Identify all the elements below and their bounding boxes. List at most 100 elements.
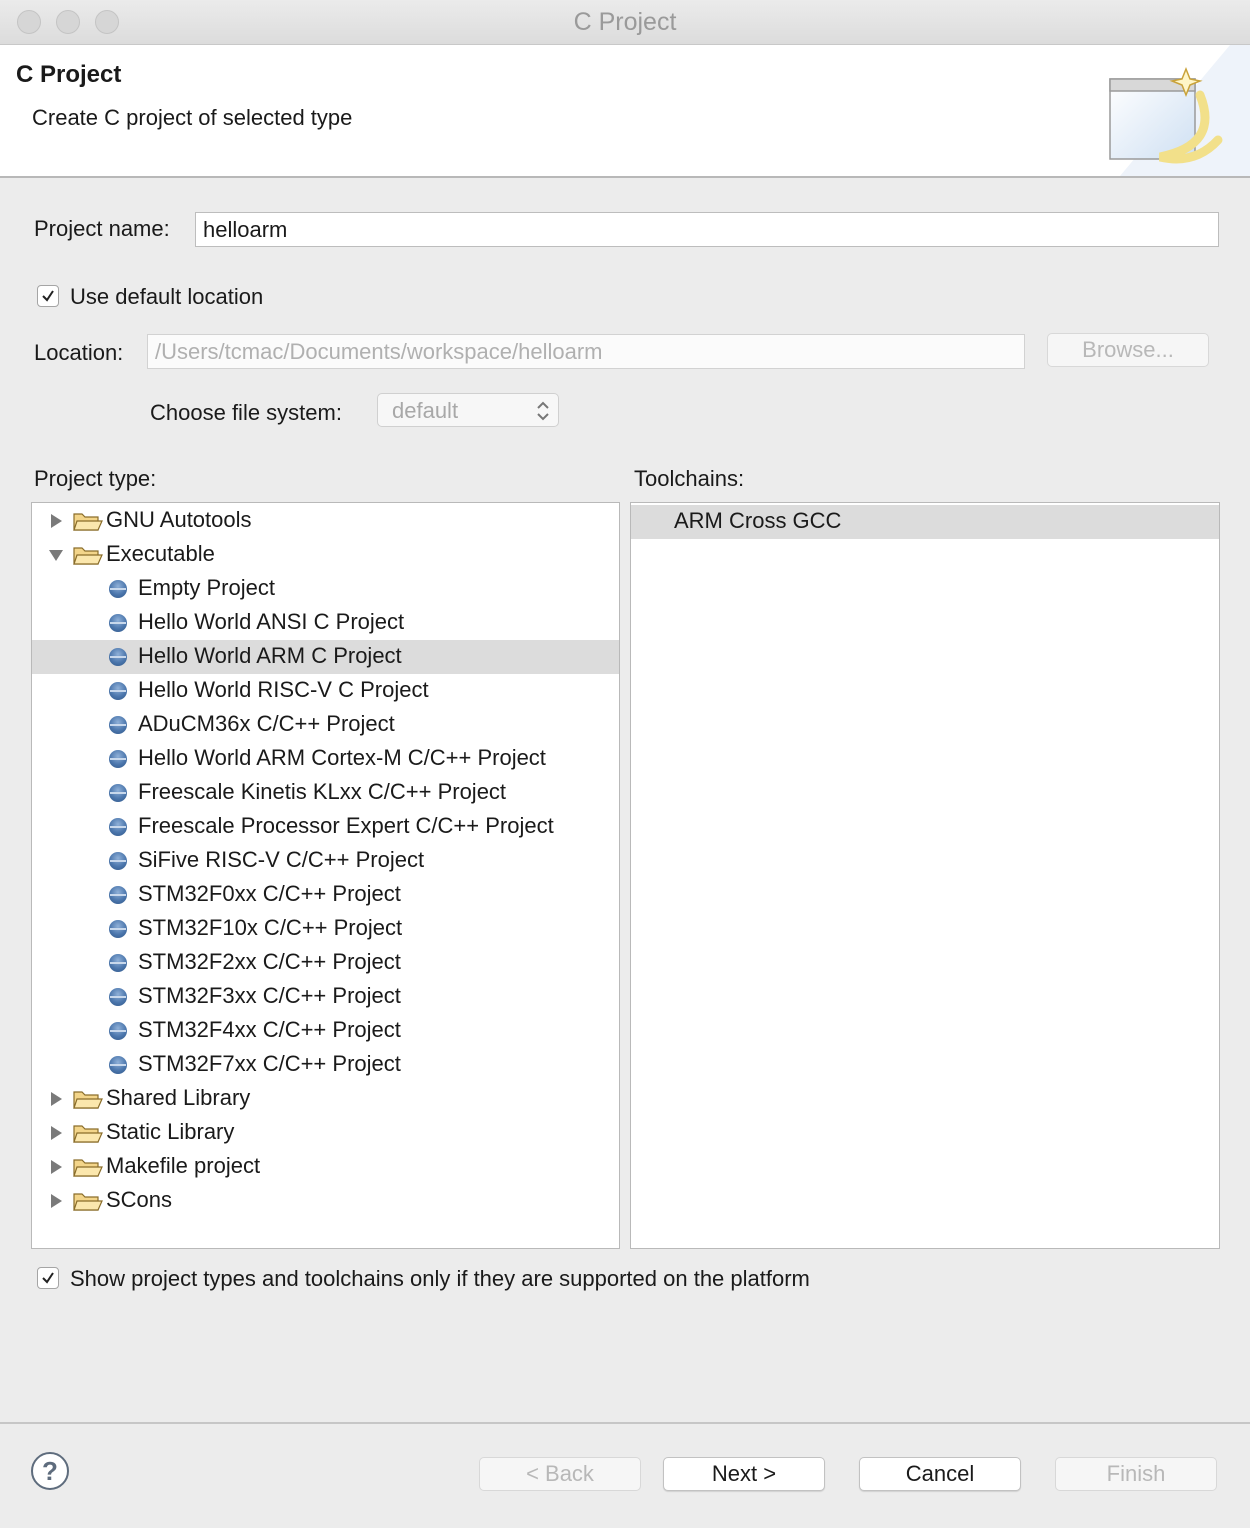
tree-item-label: Hello World ARM C Project: [138, 643, 402, 668]
tree-item-stm32f3xx-c-c-project[interactable]: STM32F3xx C/C++ Project: [32, 980, 619, 1014]
page-title: C Project: [16, 61, 122, 88]
tree-item-label: Freescale Kinetis KLxx C/C++ Project: [138, 779, 507, 804]
tree-item-label: ADuCM36x C/C++ Project: [138, 711, 395, 736]
tree-item-label: Shared Library: [106, 1085, 251, 1110]
finish-button[interactable]: Finish: [1055, 1457, 1217, 1491]
tree-item-label: Static Library: [106, 1119, 235, 1144]
tree-item-freescale-processor-expert-c-c-project[interactable]: Freescale Processor Expert C/C++ Project: [32, 810, 619, 844]
tree-folder-scons[interactable]: SCons: [32, 1184, 619, 1218]
tree-item-label: Hello World ANSI C Project: [138, 609, 405, 634]
tree-folder-gnu-autotools[interactable]: GNU Autotools: [32, 504, 619, 538]
tree-folder-static-library[interactable]: Static Library: [32, 1116, 619, 1150]
tree-item-hello-world-arm-c-project[interactable]: Hello World ARM C Project: [32, 640, 619, 674]
project-type-tree[interactable]: GNU Autotools Executable Empty Project Hell…: [31, 502, 620, 1249]
tree-item-aducm36x-c-c-project[interactable]: ADuCM36x C/C++ Project: [32, 708, 619, 742]
folder-open-icon: [73, 1193, 103, 1211]
tree-item-sifive-risc-v-c-c-project[interactable]: SiFive RISC-V C/C++ Project: [32, 844, 619, 878]
tree-item-hello-world-ansi-c-project[interactable]: Hello World ANSI C Project: [32, 606, 619, 640]
project-template-icon: [109, 818, 127, 836]
project-template-icon: [109, 784, 127, 802]
tree-item-hello-world-arm-cortex-m-c-c-project[interactable]: Hello World ARM Cortex-M C/C++ Project: [32, 742, 619, 776]
tree-item-label: Freescale Processor Expert C/C++ Project: [138, 813, 554, 838]
project-template-icon: [109, 648, 127, 666]
page-description: Create C project of selected type: [32, 105, 353, 130]
show-supported-checkbox[interactable]: [37, 1267, 59, 1289]
tree-item-stm32f0xx-c-c-project[interactable]: STM32F0xx C/C++ Project: [32, 878, 619, 912]
wizard-banner-icon: [1109, 45, 1250, 176]
show-supported-label: Show project types and toolchains only i…: [70, 1266, 810, 1291]
wizard-header: C Project Create C project of selected t…: [0, 45, 1250, 178]
tree-item-label: Makefile project: [106, 1153, 261, 1178]
file-system-label: Choose file system:: [150, 400, 342, 425]
expanded-twisty-icon[interactable]: [48, 547, 64, 563]
project-name-input[interactable]: [195, 212, 1219, 247]
window-title: C Project: [573, 8, 677, 36]
folder-open-icon: [73, 547, 103, 565]
project-template-icon: [109, 1056, 127, 1074]
project-template-icon: [109, 682, 127, 700]
project-template-icon: [109, 988, 127, 1006]
tree-item-label: GNU Autotools: [106, 507, 252, 532]
project-template-icon: [109, 716, 127, 734]
tree-item-label: Empty Project: [138, 575, 275, 600]
tree-item-label: STM32F7xx C/C++ Project: [138, 1051, 401, 1076]
tree-item-label: STM32F2xx C/C++ Project: [138, 949, 401, 974]
file-system-value: default: [392, 398, 459, 423]
cancel-button[interactable]: Cancel: [859, 1457, 1021, 1491]
folder-open-icon: [73, 1159, 103, 1177]
tree-item-label: Executable: [106, 541, 215, 566]
folder-open-icon: [73, 1125, 103, 1143]
collapsed-twisty-icon[interactable]: [48, 1091, 64, 1107]
collapsed-twisty-icon[interactable]: [48, 513, 64, 529]
checkmark-icon: [42, 290, 54, 302]
collapsed-twisty-icon[interactable]: [48, 1193, 64, 1209]
tree-item-label: Hello World RISC-V C Project: [138, 677, 429, 702]
next-button[interactable]: Next >: [663, 1457, 825, 1491]
tree-item-freescale-kinetis-klxx-c-c-project[interactable]: Freescale Kinetis KLxx C/C++ Project: [32, 776, 619, 810]
toolchains-label: Toolchains:: [634, 466, 745, 491]
tree-item-label: STM32F3xx C/C++ Project: [138, 983, 401, 1008]
tree-item-label: STM32F0xx C/C++ Project: [138, 881, 401, 906]
tree-folder-shared-library[interactable]: Shared Library: [32, 1082, 619, 1116]
tree-item-label: STM32F10x C/C++ Project: [138, 915, 403, 940]
tree-item-hello-world-risc-v-c-project[interactable]: Hello World RISC-V C Project: [32, 674, 619, 708]
project-template-icon: [109, 920, 127, 938]
title-bar: C Project: [0, 0, 1250, 45]
use-default-location-checkbox[interactable]: [37, 285, 59, 307]
project-template-icon: [109, 1022, 127, 1040]
tree-item-label: Hello World ARM Cortex-M C/C++ Project: [138, 745, 546, 770]
project-template-icon: [109, 954, 127, 972]
tree-item-stm32f4xx-c-c-project[interactable]: STM32F4xx C/C++ Project: [32, 1014, 619, 1048]
project-template-icon: [109, 750, 127, 768]
use-default-location-label: Use default location: [70, 284, 264, 309]
help-icon[interactable]: ?: [31, 1452, 69, 1490]
project-template-icon: [109, 852, 127, 870]
tree-item-empty-project[interactable]: Empty Project: [32, 572, 619, 606]
tree-folder-makefile-project[interactable]: Makefile project: [32, 1150, 619, 1184]
browse-button[interactable]: Browse...: [1047, 333, 1209, 367]
location-input[interactable]: [147, 334, 1025, 369]
collapsed-twisty-icon[interactable]: [48, 1159, 64, 1175]
tree-folder-executable[interactable]: Executable: [32, 538, 619, 572]
collapsed-twisty-icon[interactable]: [48, 1125, 64, 1141]
folder-open-icon: [73, 1091, 103, 1109]
tree-item-label: SCons: [106, 1187, 173, 1212]
project-name-label: Project name:: [34, 216, 170, 241]
checkmark-icon: [42, 1272, 54, 1284]
back-button[interactable]: < Back: [479, 1457, 641, 1491]
tree-item-stm32f2xx-c-c-project[interactable]: STM32F2xx C/C++ Project: [32, 946, 619, 980]
chevron-updown-icon: [537, 401, 549, 421]
tree-item-label: STM32F4xx C/C++ Project: [138, 1017, 401, 1042]
tree-item-stm32f7xx-c-c-project[interactable]: STM32F7xx C/C++ Project: [32, 1048, 619, 1082]
project-template-icon: [109, 580, 127, 598]
tree-item-stm32f10x-c-c-project[interactable]: STM32F10x C/C++ Project: [32, 912, 619, 946]
project-template-icon: [109, 886, 127, 904]
toolchain-item-label: ARM Cross GCC: [674, 508, 842, 533]
toolchain-item-arm-cross-gcc[interactable]: ARM Cross GCC: [631, 505, 1219, 539]
folder-open-icon: [73, 513, 103, 531]
tree-item-label: SiFive RISC-V C/C++ Project: [138, 847, 425, 872]
project-type-label: Project type:: [34, 466, 157, 491]
file-system-select[interactable]: default: [377, 393, 559, 427]
project-template-icon: [109, 614, 127, 632]
toolchains-list[interactable]: ARM Cross GCC: [630, 502, 1220, 1249]
